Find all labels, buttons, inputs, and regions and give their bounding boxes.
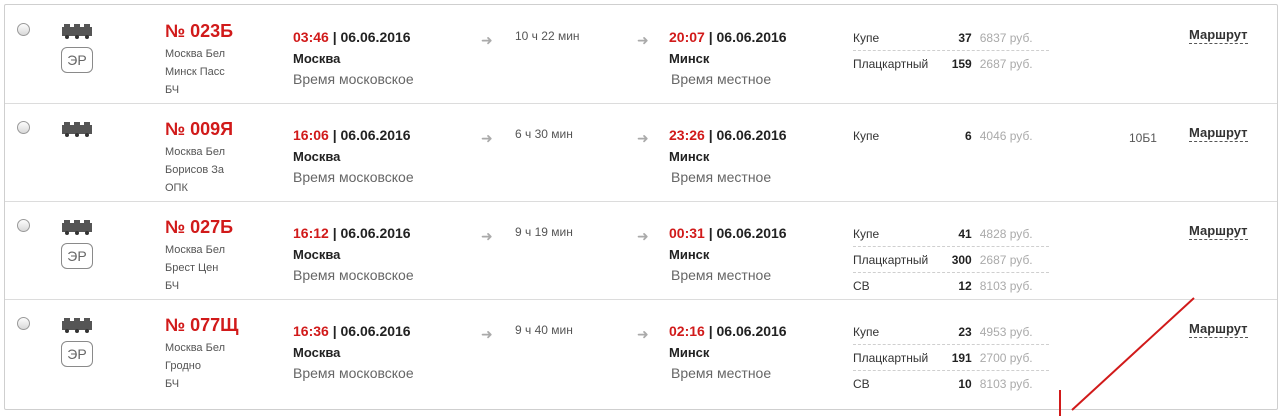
departure-city: Москва bbox=[293, 345, 341, 360]
seat-class-row[interactable]: Плацкартный 191 2700 руб. bbox=[853, 345, 1049, 371]
departure-city: Москва bbox=[293, 247, 341, 262]
seat-class-row[interactable]: СВ 12 8103 руб. bbox=[853, 273, 1049, 298]
seat-class-row[interactable]: Плацкартный 159 2687 руб. bbox=[853, 51, 1049, 76]
arrival-city: Минск bbox=[669, 247, 710, 262]
select-train-radio[interactable] bbox=[17, 23, 30, 36]
train-icon bbox=[62, 318, 92, 333]
train-icon bbox=[62, 220, 92, 235]
travel-duration: 10 ч 22 мин bbox=[515, 29, 580, 43]
train-number[interactable]: № 077Щ bbox=[165, 315, 238, 336]
seat-availability: Купе 6 4046 руб. bbox=[853, 123, 1049, 148]
train-results-table: ЭР № 023Б Москва Бел Минск Пасс БЧ 03:46… bbox=[4, 4, 1278, 410]
select-train-radio[interactable] bbox=[17, 121, 30, 134]
arrow-right-icon: ➜ bbox=[637, 229, 649, 245]
select-train-radio[interactable] bbox=[17, 317, 30, 330]
arrival-time-note: Время местное bbox=[671, 365, 772, 381]
er-badge: ЭР bbox=[61, 47, 93, 73]
seat-class-row[interactable]: Купе 23 4953 руб. bbox=[853, 319, 1049, 345]
car-number-note: 10Б1 bbox=[1129, 131, 1157, 145]
departure-time-note: Время московское bbox=[293, 71, 414, 87]
er-badge: ЭР bbox=[61, 243, 93, 269]
route-link[interactable]: Маршрут bbox=[1189, 125, 1248, 142]
train-route: Москва Бел Минск Пасс БЧ bbox=[165, 48, 226, 96]
arrow-right-icon: ➜ bbox=[481, 131, 493, 147]
seat-class-row[interactable]: Плацкартный 300 2687 руб. bbox=[853, 247, 1049, 273]
departure-time-note: Время московское bbox=[293, 365, 414, 381]
arrival-time: 23:26 | 06.06.2016 bbox=[669, 127, 787, 143]
departure-city: Москва bbox=[293, 149, 341, 164]
train-row: № 009Я Москва Бел Борисов За ОПК 16:06 |… bbox=[5, 103, 1277, 202]
train-number[interactable]: № 027Б bbox=[165, 217, 233, 238]
departure-city: Москва bbox=[293, 51, 341, 66]
arrival-time-note: Время местное bbox=[671, 169, 772, 185]
arrow-right-icon: ➜ bbox=[481, 327, 493, 343]
arrival-time: 02:16 | 06.06.2016 bbox=[669, 323, 787, 339]
departure-time: 03:46 | 06.06.2016 bbox=[293, 29, 411, 45]
train-row: ЭР № 023Б Москва Бел Минск Пасс БЧ 03:46… bbox=[5, 5, 1277, 104]
arrival-city: Минск bbox=[669, 345, 710, 360]
train-route: Москва Бел Гродно БЧ bbox=[165, 342, 226, 390]
arrival-time: 00:31 | 06.06.2016 bbox=[669, 225, 787, 241]
seat-class-row[interactable]: Купе 6 4046 руб. bbox=[853, 123, 1049, 148]
arrival-time: 20:07 | 06.06.2016 bbox=[669, 29, 787, 45]
arrival-city: Минск bbox=[669, 51, 710, 66]
seat-class-row[interactable]: СВ 10 8103 руб. bbox=[853, 371, 1049, 396]
select-train-radio[interactable] bbox=[17, 219, 30, 232]
travel-duration: 9 ч 40 мин bbox=[515, 323, 573, 337]
arrow-right-icon: ➜ bbox=[637, 131, 649, 147]
departure-time-note: Время московское bbox=[293, 169, 414, 185]
arrow-right-icon: ➜ bbox=[481, 33, 493, 49]
arrow-right-icon: ➜ bbox=[637, 327, 649, 343]
train-row: ЭР № 077Щ Москва Бел Гродно БЧ 16:36 | 0… bbox=[5, 299, 1277, 397]
train-number[interactable]: № 009Я bbox=[165, 119, 233, 140]
route-link[interactable]: Маршрут bbox=[1189, 27, 1248, 44]
seat-availability: Купе 37 6837 руб. Плацкартный 159 2687 руб. bbox=[853, 25, 1049, 76]
train-number[interactable]: № 023Б bbox=[165, 21, 233, 42]
seat-availability: Купе 23 4953 руб. Плацкартный 191 2700 руб. … bbox=[853, 319, 1049, 396]
route-link[interactable]: Маршрут bbox=[1189, 223, 1248, 240]
seat-availability: Купе 41 4828 руб. Плацкартный 300 2687 руб. … bbox=[853, 221, 1049, 298]
seat-class-row[interactable]: Купе 41 4828 руб. bbox=[853, 221, 1049, 247]
arrival-city: Минск bbox=[669, 149, 710, 164]
seat-class-row[interactable]: Купе 37 6837 руб. bbox=[853, 25, 1049, 51]
train-icon bbox=[62, 122, 92, 137]
arrow-right-icon: ➜ bbox=[637, 33, 649, 49]
train-row: ЭР № 027Б Москва Бел Брест Цен БЧ 16:12 … bbox=[5, 201, 1277, 300]
travel-duration: 9 ч 19 мин bbox=[515, 225, 573, 239]
departure-time: 16:12 | 06.06.2016 bbox=[293, 225, 411, 241]
train-route: Москва Бел Брест Цен БЧ bbox=[165, 244, 226, 292]
arrival-time-note: Время местное bbox=[671, 267, 772, 283]
departure-time: 16:36 | 06.06.2016 bbox=[293, 323, 411, 339]
arrival-time-note: Время местное bbox=[671, 71, 772, 87]
travel-duration: 6 ч 30 мин bbox=[515, 127, 573, 141]
departure-time-note: Время московское bbox=[293, 267, 414, 283]
arrow-right-icon: ➜ bbox=[481, 229, 493, 245]
route-link[interactable]: Маршрут bbox=[1189, 321, 1248, 338]
er-badge: ЭР bbox=[61, 341, 93, 367]
train-icon bbox=[62, 24, 92, 39]
train-route: Москва Бел Борисов За ОПК bbox=[165, 146, 226, 194]
departure-time: 16:06 | 06.06.2016 bbox=[293, 127, 411, 143]
